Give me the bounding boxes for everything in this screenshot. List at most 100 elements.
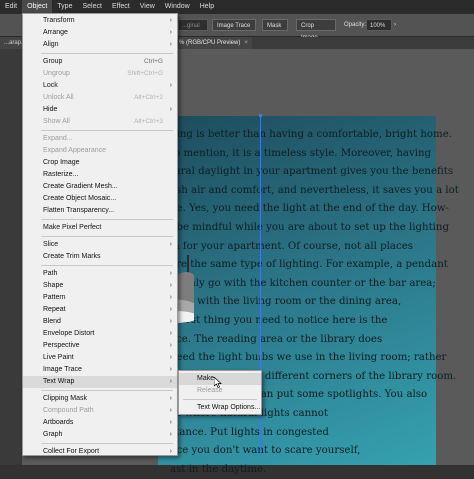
menu-separator [41, 53, 173, 54]
anchor-point[interactable] [259, 114, 262, 117]
menu-item-live-paint[interactable]: Live Paint › [23, 352, 177, 364]
menu-item-label: Expand... [43, 135, 73, 142]
menu-object[interactable]: Object [22, 0, 53, 14]
chevron-right-icon: › [169, 82, 172, 89]
menu-separator [183, 399, 257, 400]
menu-item-collect-for-export[interactable]: Collect For Export › [23, 446, 177, 458]
menu-item-rasterize[interactable]: Rasterize... [23, 169, 177, 181]
menu-view[interactable]: View [135, 0, 160, 14]
text-line: hing is better than having a comfortable… [170, 129, 452, 140]
menu-item-group[interactable]: Group Ctrl+G [23, 56, 177, 68]
menu-item-pattern[interactable]: Pattern › [23, 292, 177, 304]
menu-item-lock[interactable]: Lock › [23, 80, 177, 92]
menu-item-label: Crop Image [43, 159, 80, 166]
chevron-right-icon: › [169, 270, 172, 277]
opacity-label: Opacity: [344, 22, 367, 28]
menu-item-create-gradient-mesh[interactable]: Create Gradient Mesh... [23, 181, 177, 193]
menu-item-label: Text Wrap [43, 378, 75, 385]
document-text[interactable]: hing is better than having a comfortable… [170, 126, 459, 479]
chevron-right-icon: › [169, 431, 172, 438]
menu-item-shape[interactable]: Shape › [23, 280, 177, 292]
menu-item-create-object-mosaic[interactable]: Create Object Mosaic... [23, 193, 177, 205]
menu-separator [41, 443, 173, 444]
tab-document[interactable]: % (RGB/CPU Preview) × [175, 37, 252, 49]
anchor-point[interactable] [259, 352, 262, 355]
menu-item-arrange[interactable]: Arrange › [23, 27, 177, 39]
chevron-right-icon: › [169, 366, 172, 373]
menu-window[interactable]: Window [160, 0, 195, 14]
chevron-right-icon: › [169, 294, 172, 301]
mask-button[interactable]: Mask [262, 19, 288, 31]
menu-item-shortcut: Alt+Ctrl+2 [134, 94, 163, 101]
menu-item-label: Path [43, 270, 58, 277]
menu-item-path[interactable]: Path › [23, 268, 177, 280]
menu-item-label: Align [43, 41, 59, 48]
text-line: esh air and comfort, and nevertheless, i… [170, 184, 459, 196]
menu-item-crop-image[interactable]: Crop Image [23, 157, 177, 169]
text-line: need the light bulbs we use in the livin… [170, 352, 447, 364]
menu-item-label: Pattern [43, 294, 66, 301]
menu-item-hide[interactable]: Hide › [23, 104, 177, 116]
menu-effect[interactable]: Effect [107, 0, 135, 14]
menu-item-make-pixel-perfect[interactable]: Make Pixel Perfect [23, 222, 177, 234]
menu-select[interactable]: Select [77, 0, 106, 14]
menu-item-label: Group [43, 58, 63, 65]
chevron-right-icon: › [169, 282, 172, 289]
menu-item-label: Artboards [43, 419, 74, 426]
menu-item-label: Show All [43, 118, 70, 125]
menu-item-label: Blend [43, 318, 61, 325]
menu-item-blend[interactable]: Blend › [23, 316, 177, 328]
menu-item-perspective[interactable]: Perspective › [23, 340, 177, 352]
menu-item-create-trim-marks[interactable]: Create Trim Marks [23, 251, 177, 263]
chevron-right-icon: › [169, 448, 172, 455]
chevron-right-icon: › [169, 241, 172, 248]
image-trace-button[interactable]: Image Trace [212, 19, 256, 31]
menu-edit[interactable]: Edit [0, 0, 22, 14]
chevron-right-icon: › [169, 354, 172, 361]
text-line: ne. Yes, you need the light at the end o… [170, 203, 449, 215]
menu-item-shortcut: Shift+Ctrl+G [127, 70, 163, 77]
menu-item-image-trace[interactable]: Image Trace › [23, 364, 177, 376]
menu-item-envelope-distort[interactable]: Envelope Distort › [23, 328, 177, 340]
menu-item-flatten-transparency[interactable]: Flatten Transparency... [23, 205, 177, 217]
menu-item-shortcut: Ctrl+G [144, 58, 163, 65]
chevron-right-icon: › [169, 378, 172, 385]
text-line: ace. The reading area or the library doe… [170, 333, 383, 345]
menu-item-graph[interactable]: Graph › [23, 429, 177, 441]
menu-item-align[interactable]: Align › [23, 39, 177, 51]
text-line: m for your apartment. Of course, not all… [170, 240, 413, 252]
menu-item-label: Flatten Transparency... [43, 207, 115, 214]
menu-item-label: Rasterize... [43, 171, 79, 178]
menu-type[interactable]: Type [52, 0, 77, 14]
menu-item-label: Image Trace [43, 366, 82, 373]
crop-image-button[interactable]: Crop Image [296, 19, 336, 41]
text-line: ast in the daytime. [170, 463, 267, 475]
menu-item-compound-path: Compound Path › [23, 405, 177, 417]
menu-help[interactable]: Help [195, 0, 219, 14]
menu-item-label: Transform [43, 17, 75, 24]
text-line: nce you don't want to scare yourself, [170, 445, 361, 457]
menu-item-transform[interactable]: Transform › [23, 15, 177, 27]
menu-item-label: Make Pixel Perfect [43, 224, 102, 231]
text-line: goes with the living room or the dining … [170, 296, 402, 308]
text-line: , be mindful while you are about to set … [170, 221, 450, 233]
submenu-item-text-wrap-options[interactable]: Text Wrap Options... [179, 402, 261, 414]
menu-item-label: Lock [43, 82, 58, 89]
chevron-right-icon: › [169, 17, 172, 24]
mouse-cursor-icon [214, 377, 222, 388]
menu-item-repeat[interactable]: Repeat › [23, 304, 177, 316]
menu-separator [41, 390, 173, 391]
menu-item-artboards[interactable]: Artboards › [23, 417, 177, 429]
chevron-right-icon: › [169, 395, 172, 402]
embed-field[interactable]: ...ginal [178, 19, 208, 31]
menu-item-label: Clipping Mask [43, 395, 87, 402]
opacity-chevron-icon[interactable]: › [394, 19, 396, 31]
chevron-right-icon: › [169, 330, 172, 337]
menu-item-label: Slice [43, 241, 59, 248]
close-icon[interactable]: × [244, 40, 248, 46]
menu-item-text-wrap[interactable]: Text Wrap › [23, 376, 177, 388]
opacity-input[interactable]: 100% [366, 19, 392, 31]
menu-item-clipping-mask[interactable]: Clipping Mask › [23, 393, 177, 405]
menu-item-slice[interactable]: Slice › [23, 239, 177, 251]
menu-item-label: Create Trim Marks [43, 253, 101, 260]
